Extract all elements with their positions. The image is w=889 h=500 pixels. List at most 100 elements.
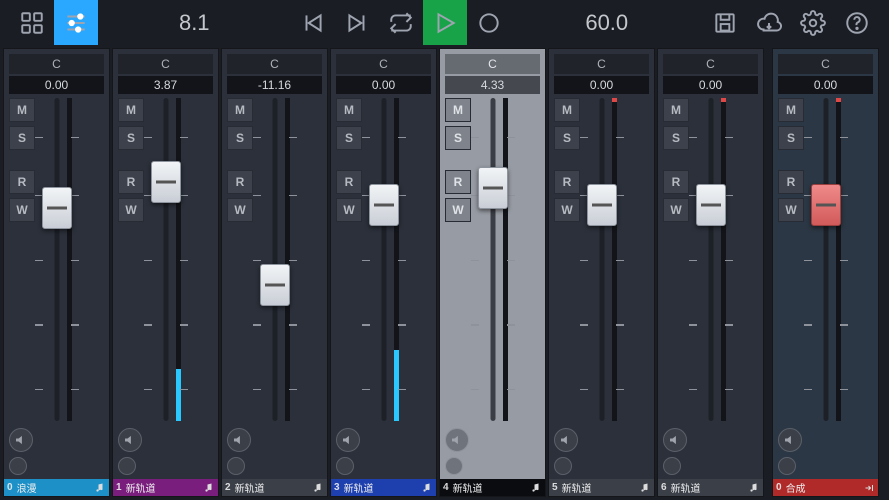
pan-display[interactable]: C [778, 54, 873, 74]
write-button[interactable]: W [778, 198, 804, 222]
tempo-value[interactable]: 60.0 [564, 10, 650, 36]
channel-label[interactable]: 0 浪漫 [4, 479, 109, 496]
read-button[interactable]: R [118, 170, 144, 194]
fader-knob[interactable] [696, 184, 726, 226]
channel-1[interactable]: C 3.87 M S R W 1 [112, 48, 219, 497]
solo-button[interactable]: S [227, 126, 253, 150]
read-button[interactable]: R [445, 170, 471, 194]
mute-button[interactable]: M [9, 98, 35, 122]
mute-button[interactable]: M [554, 98, 580, 122]
channel-3[interactable]: C 0.00 M S R W 3 [330, 48, 437, 497]
channel-index: 2 [225, 482, 231, 493]
record-arm-button[interactable] [336, 457, 354, 475]
fader-knob[interactable] [811, 184, 841, 226]
solo-button[interactable]: S [554, 126, 580, 150]
mute-button[interactable]: M [227, 98, 253, 122]
channel-2[interactable]: C -11.16 M S R W 2 [221, 48, 328, 497]
fader-track [599, 98, 604, 421]
channel-label[interactable]: 4 新轨道 [440, 479, 545, 496]
mute-button[interactable]: M [445, 98, 471, 122]
record-button[interactable] [467, 0, 511, 45]
mute-button[interactable]: M [118, 98, 144, 122]
pan-display[interactable]: C [9, 54, 104, 74]
solo-button[interactable]: S [778, 126, 804, 150]
solo-button[interactable]: S [118, 126, 144, 150]
help-button[interactable] [835, 0, 879, 45]
fader-knob[interactable] [42, 187, 72, 229]
master-channel[interactable]: C 0.00 M S R W 0 [772, 48, 879, 497]
record-arm-button[interactable] [554, 457, 572, 475]
read-button[interactable]: R [227, 170, 253, 194]
transport-value-left[interactable]: 8.1 [151, 10, 237, 36]
record-arm-button[interactable] [778, 457, 796, 475]
channel-label[interactable]: 2 新轨道 [222, 479, 327, 496]
pan-display[interactable]: C [336, 54, 431, 74]
channel-index: 5 [552, 482, 558, 493]
skip-back-button[interactable] [291, 0, 335, 45]
write-button[interactable]: W [118, 198, 144, 222]
level-display: 0.00 [663, 76, 758, 94]
channel-4[interactable]: C 4.33 M S R W 4 [439, 48, 546, 497]
solo-button[interactable]: S [663, 126, 689, 150]
monitor-button[interactable] [554, 428, 578, 452]
record-arm-button[interactable] [445, 457, 463, 475]
save-button[interactable] [703, 0, 747, 45]
channel-6[interactable]: C 0.00 M S R W 6 [657, 48, 764, 497]
mute-button[interactable]: M [663, 98, 689, 122]
record-arm-button[interactable] [118, 457, 136, 475]
fader-knob[interactable] [587, 184, 617, 226]
mute-button[interactable]: M [336, 98, 362, 122]
level-display: -11.16 [227, 76, 322, 94]
skip-forward-button[interactable] [335, 0, 379, 45]
monitor-button[interactable] [336, 428, 360, 452]
monitor-button[interactable] [9, 428, 33, 452]
fader-knob[interactable] [151, 161, 181, 203]
fader-knob[interactable] [478, 167, 508, 209]
write-button[interactable]: W [336, 198, 362, 222]
settings-button[interactable] [791, 0, 835, 45]
channel-5[interactable]: C 0.00 M S R W 5 [548, 48, 655, 497]
write-button[interactable]: W [663, 198, 689, 222]
solo-button[interactable]: S [9, 126, 35, 150]
grid-view-button[interactable] [10, 0, 54, 45]
cloud-download-button[interactable] [747, 0, 791, 45]
mixer-view-button[interactable] [54, 0, 98, 45]
monitor-button[interactable] [445, 428, 469, 452]
pan-display[interactable]: C [445, 54, 540, 74]
pan-display[interactable]: C [227, 54, 322, 74]
mute-button[interactable]: M [778, 98, 804, 122]
loop-button[interactable] [379, 0, 423, 45]
pan-display[interactable]: C [118, 54, 213, 74]
solo-button[interactable]: S [445, 126, 471, 150]
read-button[interactable]: R [663, 170, 689, 194]
pan-display[interactable]: C [663, 54, 758, 74]
write-button[interactable]: W [9, 198, 35, 222]
read-button[interactable]: R [778, 170, 804, 194]
write-button[interactable]: W [554, 198, 580, 222]
channel-label[interactable]: 1 新轨道 [113, 479, 218, 496]
channel-index: 6 [661, 482, 667, 493]
monitor-button[interactable] [227, 428, 251, 452]
read-button[interactable]: R [9, 170, 35, 194]
channel-label[interactable]: 0 合成 [773, 479, 878, 496]
channel-label[interactable]: 6 新轨道 [658, 479, 763, 496]
record-arm-button[interactable] [9, 457, 27, 475]
play-button[interactable] [423, 0, 467, 45]
level-display: 0.00 [778, 76, 873, 94]
read-button[interactable]: R [554, 170, 580, 194]
channel-0[interactable]: C 0.00 M S R W 0 [3, 48, 110, 497]
monitor-button[interactable] [778, 428, 802, 452]
read-button[interactable]: R [336, 170, 362, 194]
monitor-button[interactable] [118, 428, 142, 452]
write-button[interactable]: W [227, 198, 253, 222]
write-button[interactable]: W [445, 198, 471, 222]
solo-button[interactable]: S [336, 126, 362, 150]
record-arm-button[interactable] [663, 457, 681, 475]
monitor-button[interactable] [663, 428, 687, 452]
channel-label[interactable]: 3 新轨道 [331, 479, 436, 496]
fader-knob[interactable] [369, 184, 399, 226]
fader-knob[interactable] [260, 264, 290, 306]
channel-label[interactable]: 5 新轨道 [549, 479, 654, 496]
record-arm-button[interactable] [227, 457, 245, 475]
pan-display[interactable]: C [554, 54, 649, 74]
